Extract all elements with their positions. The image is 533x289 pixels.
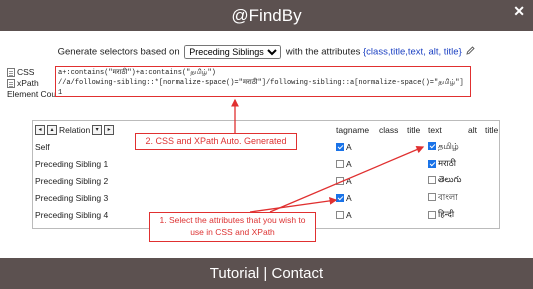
tagname-value: A <box>346 158 352 169</box>
tagname-value: A <box>346 192 352 203</box>
tagname-checkbox[interactable] <box>336 160 344 169</box>
generator-line: Generate selectors based on Preceding Si… <box>0 45 533 59</box>
footer-bar: Tutorial | Contact <box>0 258 533 289</box>
text-value: தமிழ் <box>438 140 459 151</box>
nav-first-icon[interactable]: ◂ <box>35 125 45 135</box>
pencil-icon[interactable] <box>466 46 476 58</box>
relation-cell: Preceding Sibling 1 <box>35 158 109 169</box>
css-label: CSS <box>17 67 35 77</box>
table-row: Preceding Sibling 3 A বাংলা <box>32 189 505 206</box>
table-row: Preceding Sibling 1 A मराठी <box>32 155 505 172</box>
text-checkbox[interactable] <box>428 193 436 202</box>
tagname-value: A <box>346 141 352 152</box>
col-text: text <box>428 125 442 135</box>
callout-select-attributes: 1. Select the attributes that you wish t… <box>149 212 316 242</box>
relation-cell: Preceding Sibling 2 <box>35 175 109 186</box>
tagname-value: A <box>346 209 352 220</box>
relation-header: Relation <box>59 125 91 135</box>
css-output[interactable]: a+:contains("मराठी")+a:contains("தமிழ்") <box>58 68 468 78</box>
text-checkbox[interactable] <box>428 175 436 184</box>
attributes-link[interactable]: {class,title,text, alt, title} <box>363 47 462 58</box>
relation-select[interactable]: Preceding Siblings <box>184 45 282 59</box>
footer-separator: | <box>263 265 268 282</box>
text-value: हिन्दी <box>438 209 455 219</box>
xpath-output[interactable]: //a/following-sibling::*[normalize-space… <box>58 78 468 88</box>
tagname-checkbox[interactable] <box>336 211 344 220</box>
close-icon[interactable]: ✕ <box>513 3 525 20</box>
element-count-value: 1 <box>58 89 63 97</box>
col-title: title <box>407 125 421 135</box>
callout-generated: 2. CSS and XPath Auto. Generated <box>135 133 297 150</box>
contact-link[interactable]: Contact <box>272 265 324 282</box>
selector-output-box[interactable]: a+:contains("मराठी")+a:contains("தமிழ்")… <box>55 66 471 97</box>
table-row: Preceding Sibling 2 A తెలుగు <box>32 172 505 189</box>
col-alt: alt <box>468 125 477 135</box>
text-checkbox[interactable] <box>428 142 436 151</box>
text-checkbox[interactable] <box>428 159 436 168</box>
text-value: मराठी <box>438 158 456 168</box>
relation-cell: Preceding Sibling 3 <box>35 192 109 203</box>
tagname-checkbox[interactable] <box>336 143 344 152</box>
col-class: class <box>379 125 399 135</box>
generator-prefix: Generate selectors based on <box>57 46 180 58</box>
tutorial-link[interactable]: Tutorial <box>210 265 259 282</box>
tagname-checkbox[interactable] <box>336 194 344 203</box>
nav-down-icon[interactable]: ▾ <box>92 125 103 135</box>
generator-middle: with the attributes <box>285 46 361 58</box>
text-checkbox[interactable] <box>428 210 436 219</box>
col-tagname: tagname <box>336 125 370 135</box>
text-value: বাংলা <box>438 191 458 202</box>
col-title-2: title <box>485 125 499 135</box>
copy-xpath-icon[interactable] <box>7 79 15 88</box>
tagname-value: A <box>346 175 352 186</box>
copy-css-icon[interactable] <box>7 68 15 77</box>
xpath-label: xPath <box>17 78 39 88</box>
app-title: @FindBy <box>231 6 302 25</box>
nav-up-icon[interactable]: ▴ <box>47 125 57 135</box>
text-value: తెలుగు <box>438 174 462 184</box>
tagname-checkbox[interactable] <box>336 177 344 186</box>
app-header: @FindBy ✕ <box>0 0 533 31</box>
nav-last-icon[interactable]: ▸ <box>104 125 115 135</box>
